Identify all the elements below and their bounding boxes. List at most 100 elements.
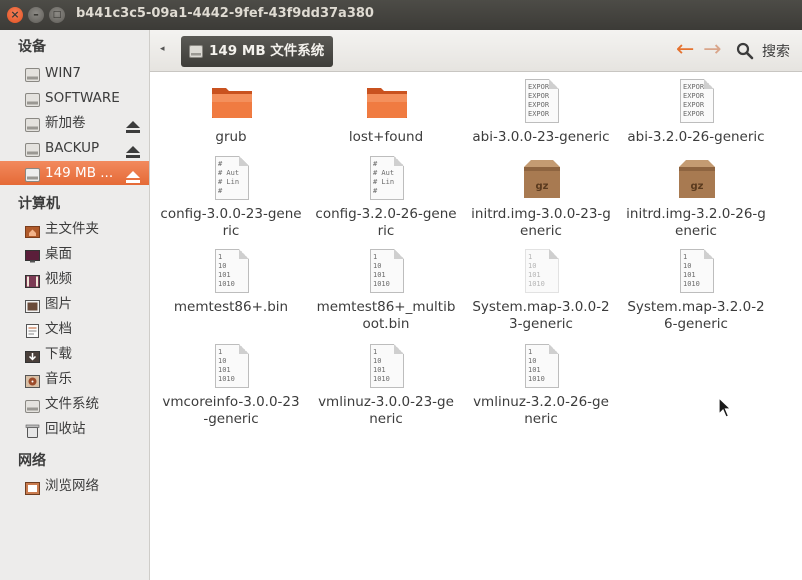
file-item[interactable]: gz initrd.img-3.2.0-26-generic	[621, 155, 771, 240]
picture-icon	[25, 297, 40, 313]
sidebar-network-item[interactable]: 浏览网络	[0, 474, 149, 498]
file-item[interactable]: EXPOR EXPOR EXPOR EXPOR abi-3.0.0-23-gene…	[466, 78, 616, 146]
sidebar-place-item[interactable]: 文档	[0, 317, 149, 341]
sidebar-item-label: 浏览网络	[45, 478, 99, 494]
network-icon	[25, 479, 40, 495]
title-bar: × – □ b441c3c5-09a1-4442-9fef-43f9dd37a3…	[0, 0, 802, 30]
back-arrow-icon[interactable]: ←	[676, 39, 694, 61]
file-item[interactable]: # # Aut # Lin # config-3.2.0-26-generic	[311, 155, 461, 240]
file-view: grub lost+found EXPOR EXPOR EXPOR EXPOR abi…	[150, 72, 802, 580]
sidebar-device-item[interactable]: BACKUP	[0, 136, 149, 160]
eject-icon[interactable]	[126, 167, 140, 183]
sidebar-item-label: 主文件夹	[45, 221, 99, 237]
file-item[interactable]: lost+found	[311, 78, 461, 146]
maximize-window-button[interactable]: □	[49, 7, 65, 23]
drive-icon	[25, 66, 40, 82]
minimize-window-button[interactable]: –	[28, 7, 44, 23]
path-bar-label: 149 MB 文件系统	[209, 43, 325, 59]
sidebar-item-label: 149 MB ...	[45, 165, 114, 181]
binary-file-icon: 1 10 101 1010	[370, 344, 404, 388]
file-name: config-3.2.0-26-generic	[315, 206, 457, 239]
file-item[interactable]: 1 10 101 1010 System.map-3.2.0-26-generic	[621, 248, 771, 333]
drive-icon	[189, 45, 203, 58]
path-scroll-left-icon[interactable]: ◂	[160, 44, 165, 54]
sidebar-device-item[interactable]: 149 MB ...	[0, 161, 149, 185]
sidebar-item-label: 文件系统	[45, 396, 99, 412]
file-item[interactable]: 1 10 101 1010 memtest86+.bin	[156, 248, 306, 316]
file-item[interactable]: EXPOR EXPOR EXPOR EXPOR abi-3.2.0-26-gene…	[621, 78, 771, 146]
text-file-icon: EXPOR EXPOR EXPOR EXPOR	[525, 79, 559, 123]
binary-file-icon: 1 10 101 1010	[525, 249, 559, 293]
file-name: memtest86+.bin	[173, 299, 289, 315]
close-window-button[interactable]: ×	[7, 7, 23, 23]
window-title: b441c3c5-09a1-4442-9fef-43f9dd37a380	[76, 6, 374, 21]
sidebar-item-label: SOFTWARE	[45, 90, 120, 106]
file-name: memtest86+_multiboot.bin	[316, 299, 456, 332]
file-name: vmlinuz-3.2.0-26-generic	[473, 394, 609, 427]
sidebar-place-item[interactable]: 回收站	[0, 417, 149, 441]
file-item[interactable]: 1 10 101 1010 System.map-3.0.0-23-generic	[466, 248, 616, 333]
sidebar-place-item[interactable]: 视频	[0, 267, 149, 291]
binary-file-icon: 1 10 101 1010	[680, 249, 714, 293]
drive-icon	[25, 166, 40, 182]
file-item[interactable]: grub	[156, 78, 306, 146]
folder-icon	[367, 88, 407, 118]
sidebar-item-label: 视频	[45, 271, 72, 287]
trash-icon	[25, 422, 40, 438]
sidebar-item-label: 桌面	[45, 246, 72, 262]
sidebar-section-network: 网络	[18, 453, 46, 469]
sidebar-item-label: 回收站	[45, 421, 86, 437]
document-icon	[25, 322, 40, 338]
config-file-icon: # # Aut # Lin #	[370, 156, 404, 200]
file-name: System.map-3.2.0-26-generic	[627, 299, 765, 332]
music-icon	[25, 372, 40, 388]
drive-icon	[25, 141, 40, 157]
file-name: vmlinuz-3.0.0-23-generic	[318, 394, 454, 427]
search-icon[interactable]	[736, 42, 754, 60]
svg-text:gz: gz	[691, 181, 704, 192]
video-icon	[25, 272, 40, 288]
file-item[interactable]: 1 10 101 1010 vmcoreinfo-3.0.0-23-generic	[156, 343, 306, 428]
file-name: initrd.img-3.2.0-26-generic	[626, 206, 766, 239]
file-name: System.map-3.0.0-23-generic	[472, 299, 610, 332]
svg-text:gz: gz	[536, 181, 549, 192]
forward-arrow-icon[interactable]: →	[703, 39, 721, 61]
file-name: grub	[215, 129, 247, 145]
sidebar-device-item[interactable]: SOFTWARE	[0, 86, 149, 110]
file-name: lost+found	[348, 129, 424, 145]
sidebar-item-label: 音乐	[45, 371, 72, 387]
config-file-icon: # # Aut # Lin #	[215, 156, 249, 200]
file-name: vmcoreinfo-3.0.0-23-generic	[162, 394, 300, 427]
file-item[interactable]: 1 10 101 1010 vmlinuz-3.0.0-23-generic	[311, 343, 461, 428]
file-name: initrd.img-3.0.0-23-generic	[471, 206, 611, 239]
sidebar-item-label: 下载	[45, 346, 72, 362]
sidebar-place-item[interactable]: 下载	[0, 342, 149, 366]
file-item[interactable]: gz initrd.img-3.0.0-23-generic	[466, 155, 616, 240]
file-item[interactable]: # # Aut # Lin # config-3.0.0-23-generic	[156, 155, 306, 240]
search-button-label[interactable]: 搜索	[762, 41, 790, 61]
archive-icon: gz	[524, 160, 560, 198]
text-file-icon: EXPOR EXPOR EXPOR EXPOR	[680, 79, 714, 123]
eject-icon[interactable]	[126, 142, 140, 158]
sidebar-place-item[interactable]: 音乐	[0, 367, 149, 391]
sidebar-item-label: 文档	[45, 321, 72, 337]
sidebar-device-item[interactable]: 新加卷	[0, 111, 149, 135]
filesystem-icon	[25, 397, 40, 413]
path-bar-button[interactable]: 149 MB 文件系统	[181, 36, 333, 67]
sidebar-place-item[interactable]: 主文件夹	[0, 217, 149, 241]
sidebar-section-computer: 计算机	[18, 196, 60, 212]
sidebar-place-item[interactable]: 文件系统	[0, 392, 149, 416]
eject-icon[interactable]	[126, 117, 140, 133]
sidebar: 设备 WIN7 SOFTWARE 新加卷 BACKUP 149 MB ... 计算机 主…	[0, 30, 150, 580]
file-item[interactable]: 1 10 101 1010 memtest86+_multiboot.bin	[311, 248, 461, 333]
binary-file-icon: 1 10 101 1010	[370, 249, 404, 293]
sidebar-place-item[interactable]: 图片	[0, 292, 149, 316]
sidebar-item-label: BACKUP	[45, 140, 100, 156]
sidebar-item-label: WIN7	[45, 65, 82, 81]
sidebar-place-item[interactable]: 桌面	[0, 242, 149, 266]
drive-icon	[25, 116, 40, 132]
sidebar-item-label: 图片	[45, 296, 72, 312]
sidebar-device-item[interactable]: WIN7	[0, 61, 149, 85]
file-item[interactable]: 1 10 101 1010 vmlinuz-3.2.0-26-generic	[466, 343, 616, 428]
download-icon	[25, 347, 40, 363]
